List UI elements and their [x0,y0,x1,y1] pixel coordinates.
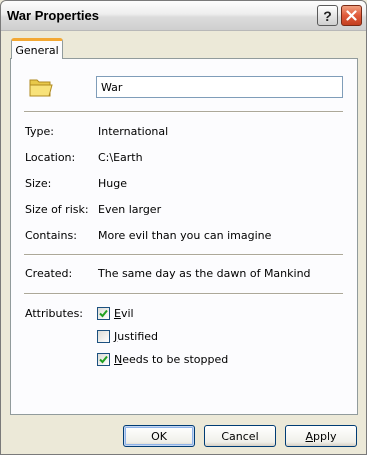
evil-checkbox[interactable] [97,307,110,320]
apply-button[interactable]: Apply [285,425,357,447]
help-icon: ? [323,7,332,24]
attributes-label: Attributes: [25,307,84,320]
evil-checkbox-label[interactable]: Evil [114,307,134,320]
close-icon [346,10,357,21]
separator [24,111,343,113]
tab-general[interactable]: General [11,38,63,59]
location-value: C:\Earth [98,151,143,164]
created-value: The same day as the dawn of Mankind [98,267,311,280]
justified-checkbox-label[interactable]: Justified [114,330,158,343]
size-of-risk-label: Size of risk: [25,203,89,216]
contains-label: Contains: [25,229,77,242]
type-label: Type: [25,125,54,138]
separator [24,254,343,256]
folder-icon [29,79,53,97]
name-field[interactable] [96,76,343,98]
checkmark-icon [99,309,108,318]
separator [24,293,343,295]
justified-checkbox[interactable] [97,330,110,343]
window-title: War Properties [7,8,99,23]
location-label: Location: [25,151,76,164]
tab-label: General [15,43,59,57]
size-label: Size: [25,177,52,190]
type-value: International [98,125,169,138]
ok-button[interactable]: OK [123,425,195,447]
help-button[interactable]: ? [317,5,338,26]
needs-to-be-stopped-checkbox[interactable] [97,353,110,366]
size-of-risk-value: Even larger [98,203,162,216]
size-value: Huge [98,177,127,190]
created-label: Created: [25,267,73,280]
properties-window: War Properties ? General Type: Internati… [0,0,367,455]
cancel-button-label: Cancel [221,429,259,443]
contains-value: More evil than you can imagine [98,229,272,242]
apply-button-label: Apply [305,429,337,443]
needs-to-be-stopped-checkbox-label[interactable]: Needs to be stopped [114,353,228,366]
checkmark-icon [99,355,108,364]
ok-button-label: OK [151,429,167,443]
close-button[interactable] [341,5,362,26]
cancel-button[interactable]: Cancel [204,425,276,447]
title-bar[interactable]: War Properties ? [1,1,366,31]
